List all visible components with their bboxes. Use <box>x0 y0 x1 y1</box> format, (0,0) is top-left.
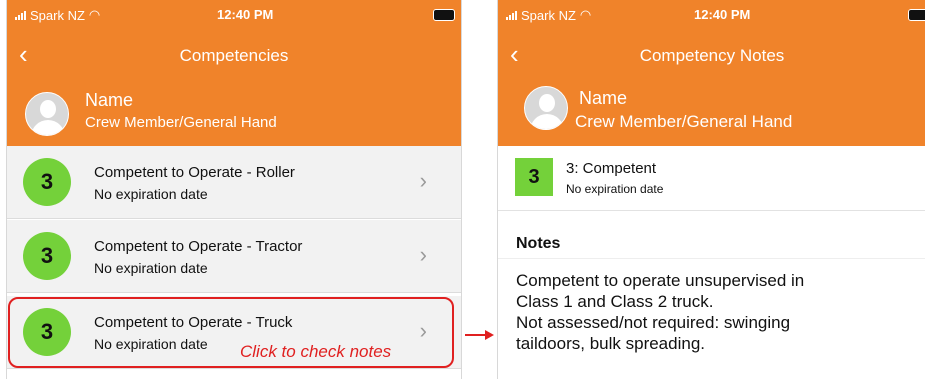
page-title: Competencies <box>179 46 289 65</box>
competency-expiry: No expiration date <box>94 186 208 202</box>
competency-notes-screen: Spark NZ ◠ 12:40 PM ‹ Competency Notes N… <box>497 0 925 379</box>
chevron-right-icon: › <box>419 242 427 267</box>
competency-expiry: No expiration date <box>94 260 208 276</box>
wifi-icon: ◠ <box>579 7 592 22</box>
profile-name: Name <box>85 90 134 110</box>
status-bar: Spark NZ ◠ 12:40 PM <box>7 0 461 28</box>
carrier-indicator: Spark NZ ◠ <box>15 7 100 23</box>
profile-role: Crew Member/General Hand <box>575 112 793 131</box>
notes-heading: Notes <box>516 235 561 252</box>
competency-title: Competent to Operate - Tractor <box>94 238 303 255</box>
divider <box>498 258 925 259</box>
signal-icon <box>506 10 517 20</box>
carrier-indicator: Spark NZ ◠ <box>506 7 591 23</box>
signal-icon <box>15 10 26 20</box>
carrier-name: Spark NZ <box>521 7 576 23</box>
annotation-text: Click to check notes <box>240 342 392 361</box>
arrow-line <box>465 334 487 336</box>
level-badge: 3 <box>23 232 71 280</box>
notes-text: Competent to operate unsupervised in Cla… <box>516 271 805 353</box>
status-time: 12:40 PM <box>217 7 274 22</box>
arrow-right-icon <box>485 330 494 340</box>
profile-header: Name Crew Member/General Hand <box>7 84 461 146</box>
avatar <box>25 92 69 136</box>
nav-bar: ‹ Competency Notes <box>498 28 925 84</box>
profile-role: Crew Member/General Hand <box>85 114 277 131</box>
status-time: 12:40 PM <box>694 7 751 22</box>
carrier-name: Spark NZ <box>30 7 85 23</box>
wifi-icon: ◠ <box>88 7 101 22</box>
level-badge: 3 <box>23 158 71 206</box>
list-item[interactable]: 3 Competent to Operate - Tractor No expi… <box>7 220 461 293</box>
chevron-right-icon: › <box>419 168 427 193</box>
status-bar: Spark NZ ◠ 12:40 PM <box>498 0 925 28</box>
competency-title: Competent to Operate - Roller <box>94 164 295 181</box>
divider <box>498 210 925 211</box>
list-item[interactable]: 3 Competent to Operate - Roller No expir… <box>7 146 461 219</box>
competency-expiry: No expiration date <box>566 182 664 196</box>
profile-header: Name Crew Member/General Hand <box>498 84 925 146</box>
competency-level-label: 3: Competent <box>566 160 657 177</box>
profile-name: Name <box>579 88 628 108</box>
level-badge: 3 <box>515 158 553 196</box>
battery-icon <box>433 9 455 21</box>
battery-icon <box>908 9 925 21</box>
page-title: Competency Notes <box>639 46 785 65</box>
avatar <box>524 86 568 130</box>
nav-bar: ‹ Competencies <box>7 28 461 84</box>
